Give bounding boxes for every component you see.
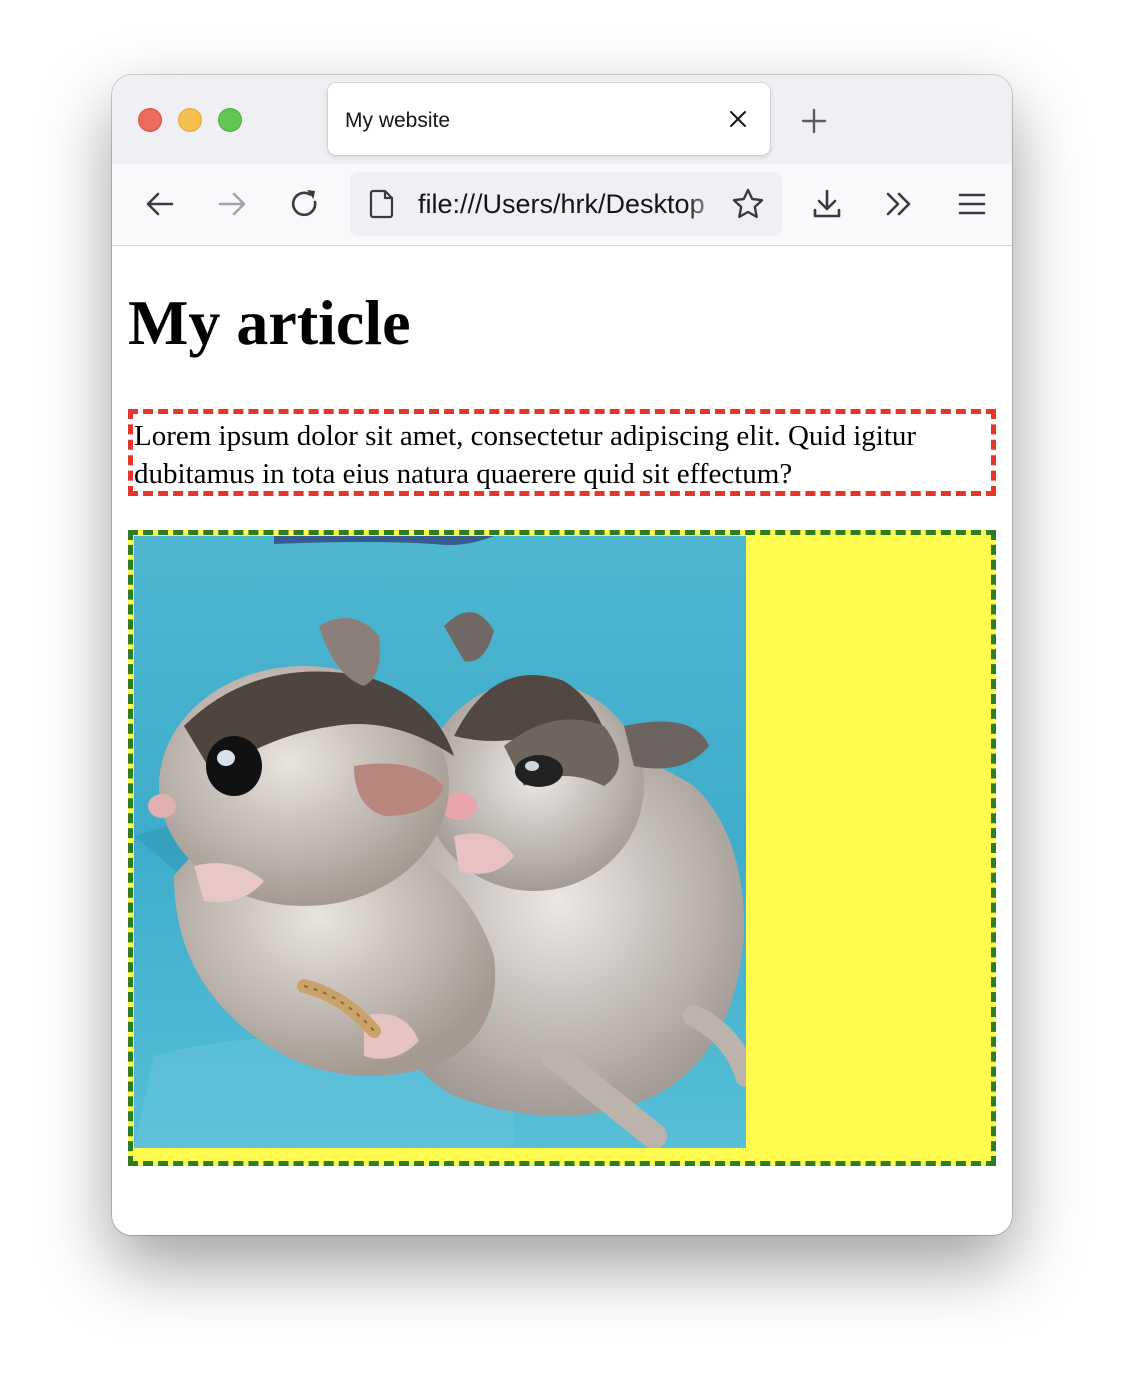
plus-icon[interactable] [800, 107, 828, 135]
zoom-window-button[interactable] [218, 108, 242, 132]
minimize-window-button[interactable] [178, 108, 202, 132]
image-container [128, 530, 996, 1166]
close-icon[interactable] [726, 107, 750, 131]
bookmark-star-icon[interactable] [730, 186, 766, 222]
page-content: My article Lorem ipsum dolor sit amet, c… [112, 246, 1012, 1235]
close-window-button[interactable] [138, 108, 162, 132]
article-heading: My article [128, 287, 411, 358]
hamburger-menu-icon[interactable] [954, 186, 990, 222]
download-icon[interactable] [809, 186, 845, 222]
back-arrow-icon[interactable] [142, 186, 178, 222]
address-bar[interactable]: file:///Users/hrk/Desktop [350, 172, 782, 236]
browser-window: My website file:///Users/hrk/Desktop My … [112, 75, 1012, 1235]
document-icon [369, 189, 394, 219]
forward-arrow-icon[interactable] [214, 186, 250, 222]
tab-strip: My website [112, 75, 1012, 164]
tab-my-website[interactable]: My website [328, 83, 770, 155]
tab-title: My website [345, 109, 451, 132]
navigation-toolbar: file:///Users/hrk/Desktop [112, 164, 1012, 246]
chevron-double-right-icon[interactable] [881, 186, 917, 222]
reload-icon[interactable] [286, 186, 322, 222]
sugar-gliders-photo [134, 536, 746, 1148]
article-paragraph: Lorem ipsum dolor sit amet, consectetur … [128, 409, 996, 496]
url-text[interactable]: file:///Users/hrk/Desktop [418, 189, 723, 220]
